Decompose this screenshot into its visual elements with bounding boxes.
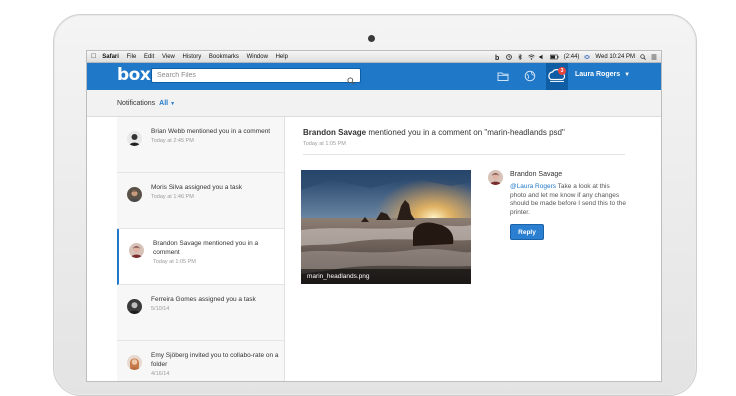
menu-clock: Wed 10:24 PM — [595, 53, 635, 60]
detail-time: Today at 1:05 PM — [303, 141, 346, 147]
notification-item-emy-sjoberg[interactable]: Emy Sjöberg invited you to collabo-rate … — [117, 341, 284, 381]
notification-center-icon[interactable] — [651, 54, 657, 60]
volume-icon[interactable] — [539, 54, 545, 60]
filter-caret-icon: ▼ — [170, 100, 176, 107]
search-input[interactable] — [152, 72, 337, 79]
notification-item-moris-silva[interactable]: Moris Silva assigned you a task Today at … — [117, 173, 284, 229]
box-logo[interactable]: box — [117, 65, 151, 85]
notification-time: Today at 1:46 PM — [151, 194, 194, 200]
clock-icon[interactable] — [505, 53, 512, 60]
notification-badge: 3 — [558, 67, 566, 75]
divider — [303, 154, 625, 155]
detail-headline: Brandon Savage mentioned you in a commen… — [303, 128, 565, 137]
camera-dot — [368, 35, 375, 42]
apple-icon[interactable]:  — [91, 53, 96, 60]
notification-message: Emy Sjöberg invited you to collabo-rate … — [151, 352, 279, 368]
notification-time: Today at 1:05 PM — [153, 259, 196, 265]
globe-icon[interactable] — [523, 69, 537, 83]
top-navigation: box 3 Laura Rogers▼ — [87, 63, 661, 90]
notification-message: Ferreira Gomes assigned you a task — [151, 296, 256, 303]
spotlight-icon[interactable] — [640, 53, 646, 60]
menu-bookmarks[interactable]: Bookmarks — [209, 54, 239, 60]
avatar — [488, 170, 503, 185]
screen:  Safari File Edit View History Bookmark… — [86, 50, 662, 382]
notifications-label: Notifications — [117, 99, 156, 107]
search-icon[interactable] — [347, 72, 355, 90]
notification-text: Moris Silva assigned you a task Today at … — [151, 183, 279, 202]
notifications-header: Notifications All ▼ — [87, 90, 661, 117]
detail-author[interactable]: Brandon Savage — [303, 128, 366, 137]
notification-text: Ferreira Gomes assigned you a task 5/10/1… — [151, 295, 279, 314]
notification-detail: Brandon Savage mentioned you in a commen… — [285, 117, 661, 381]
mac-menu-bar:  Safari File Edit View History Bookmark… — [87, 51, 661, 63]
box-sync-icon[interactable]: b — [495, 54, 501, 62]
menu-file[interactable]: File — [127, 54, 137, 60]
svg-text:b: b — [495, 55, 499, 60]
bluetooth-icon[interactable] — [517, 53, 523, 60]
menu-status-area: b (2:44) Wed 10:24 PM — [495, 53, 657, 62]
avatar — [129, 243, 144, 258]
image-caption: marin_headlands.png — [301, 269, 471, 284]
flag-icon[interactable] — [584, 54, 591, 60]
notification-text: Emy Sjöberg invited you to collabo-rate … — [151, 351, 279, 379]
content-area: Brian Webb mentioned you in a comment Tod… — [87, 117, 661, 381]
reply-button[interactable]: Reply — [510, 224, 544, 240]
notification-message: Moris Silva assigned you a task — [151, 184, 243, 191]
comment-body: @Laura Rogers Take a look at this photo … — [510, 183, 626, 217]
wifi-icon[interactable] — [527, 54, 535, 60]
user-mention[interactable]: @Laura Rogers — [510, 183, 556, 190]
battery-icon[interactable] — [549, 54, 559, 60]
menu-help[interactable]: Help — [276, 54, 288, 60]
search-box[interactable] — [151, 68, 361, 85]
menu-edit[interactable]: Edit — [144, 54, 154, 60]
notification-list: Brian Webb mentioned you in a comment Tod… — [117, 117, 285, 381]
user-menu[interactable]: Laura Rogers ▼ — [575, 71, 630, 78]
folder-icon[interactable] — [496, 69, 510, 83]
menu-window[interactable]: Window — [247, 54, 268, 60]
battery-time: (2:44) — [563, 53, 580, 60]
notification-text: Brian Webb mentioned you in a comment Tod… — [151, 127, 279, 146]
notification-item-brian-webb[interactable]: Brian Webb mentioned you in a comment Tod… — [117, 117, 284, 173]
menu-history[interactable]: History — [183, 54, 202, 60]
notification-time: Today at 2:45 PM — [151, 138, 194, 144]
comment-author: Brandon Savage — [510, 171, 563, 178]
menu-view[interactable]: View — [162, 54, 175, 60]
avatar — [127, 187, 142, 202]
notification-time: 5/10/14 — [151, 306, 170, 312]
detail-action: mentioned you in a comment on "marin-hea… — [366, 128, 565, 137]
notification-time: 4/16/14 — [151, 371, 170, 377]
notification-message: Brandon Savage mentioned you in a commen… — [153, 240, 259, 256]
notification-message: Brian Webb mentioned you in a comment — [151, 128, 271, 135]
beach-photo — [301, 170, 471, 284]
avatar — [127, 299, 142, 314]
menu-items: Safari File Edit View History Bookmarks … — [102, 54, 294, 60]
chevron-down-icon: ▼ — [624, 72, 631, 78]
notification-item-ferreira-gomes[interactable]: Ferreira Gomes assigned you a task 5/10/1… — [117, 285, 284, 341]
notification-item-brandon-savage[interactable]: Brandon Savage mentioned you in a commen… — [117, 229, 284, 285]
menu-app-name[interactable]: Safari — [102, 54, 119, 60]
user-name: Laura Rogers — [575, 71, 621, 78]
notification-text: Brandon Savage mentioned you in a commen… — [153, 239, 281, 267]
notifications-filter-dropdown[interactable]: All ▼ — [159, 100, 175, 107]
image-preview[interactable]: marin_headlands.png — [301, 170, 471, 284]
filter-value: All — [159, 99, 169, 107]
avatar — [127, 131, 142, 146]
